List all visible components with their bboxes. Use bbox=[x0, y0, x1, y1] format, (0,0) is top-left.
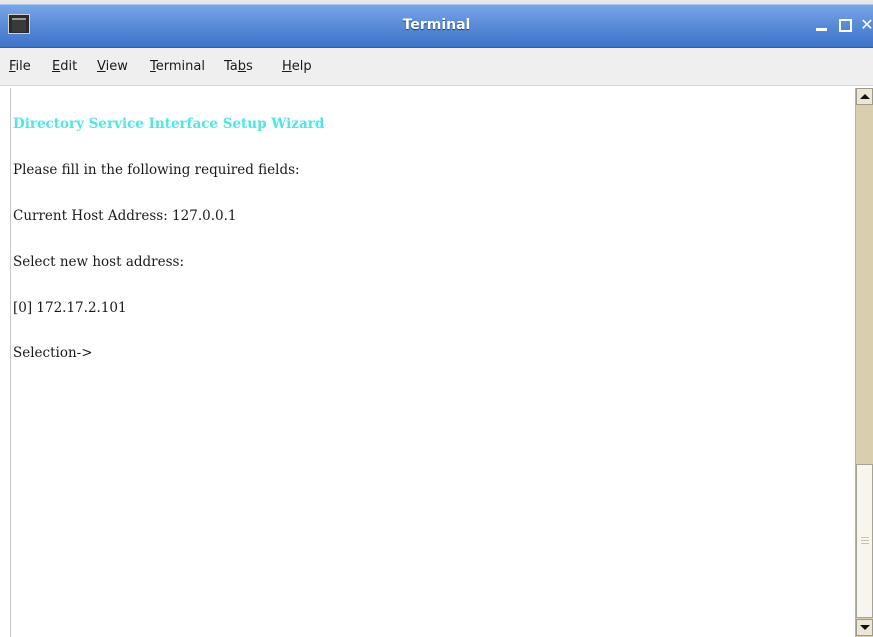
selection-prompt-line: Selection-> bbox=[13, 345, 93, 361]
vertical-scrollbar[interactable] bbox=[855, 88, 873, 637]
menu-file-label: ile bbox=[15, 59, 31, 74]
thumb-grip-line bbox=[861, 543, 869, 544]
terminal-window: Terminal ✕ File Edit View Terminal Tabs … bbox=[0, 0, 873, 637]
menu-edit[interactable]: Edit bbox=[52, 59, 77, 74]
menu-tabs-prefix: Ta bbox=[224, 59, 238, 74]
terminal-output[interactable]: Directory Service Interface Setup Wizard… bbox=[10, 88, 855, 637]
menu-edit-mnemonic: E bbox=[52, 59, 61, 74]
close-icon[interactable]: ✕ bbox=[857, 15, 873, 35]
menu-file[interactable]: File bbox=[9, 59, 31, 74]
menu-terminal-label: erminal bbox=[155, 59, 205, 74]
menu-help[interactable]: Help bbox=[282, 59, 312, 74]
menu-view-label: iew bbox=[105, 59, 128, 74]
menu-edit-label: dit bbox=[60, 59, 78, 74]
menu-view[interactable]: View bbox=[97, 59, 128, 74]
select-host-line: Select new host address: bbox=[13, 254, 184, 270]
minimize-icon[interactable] bbox=[812, 15, 832, 35]
menu-tabs-label: s bbox=[246, 59, 253, 74]
menu-tabs-mnemonic: b bbox=[237, 59, 247, 74]
menu-view-mnemonic: V bbox=[97, 59, 106, 74]
scrollbar-thumb[interactable] bbox=[856, 464, 873, 618]
window-title: Terminal bbox=[402, 17, 471, 33]
wizard-title-line: Directory Service Interface Setup Wizard bbox=[13, 116, 325, 132]
title-bar[interactable]: Terminal ✕ bbox=[0, 4, 873, 48]
thumb-grip-line bbox=[861, 540, 869, 541]
scroll-down-arrow-icon[interactable] bbox=[856, 619, 873, 636]
current-host-line: Current Host Address: 127.0.0.1 bbox=[13, 208, 237, 224]
menu-tabs[interactable]: Tabs bbox=[224, 59, 253, 74]
menu-bar: File Edit View Terminal Tabs Help bbox=[0, 48, 873, 86]
maximize-icon[interactable] bbox=[835, 15, 855, 35]
menu-terminal[interactable]: Terminal bbox=[150, 59, 205, 74]
scroll-up-arrow-icon[interactable] bbox=[856, 88, 873, 105]
instruction-line: Please fill in the following required fi… bbox=[13, 162, 300, 178]
menu-help-label: elp bbox=[291, 59, 312, 74]
host-option-line: [0] 172.17.2.101 bbox=[13, 300, 127, 316]
thumb-grip-line bbox=[861, 537, 869, 538]
menu-help-mnemonic: H bbox=[282, 59, 292, 74]
